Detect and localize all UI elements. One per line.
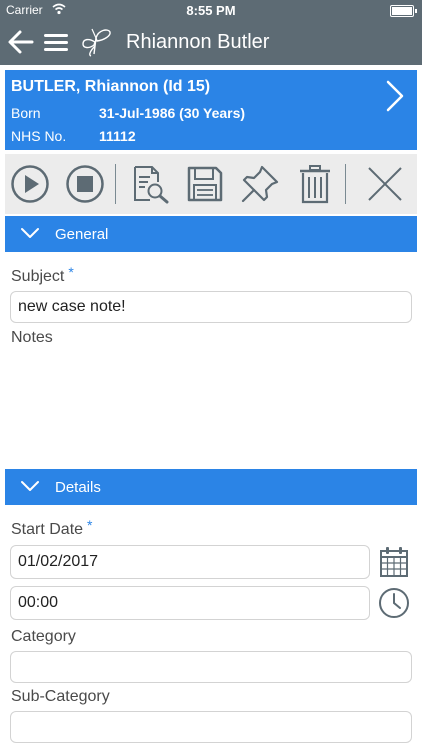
section-header-details[interactable]: Details [5,469,417,505]
back-arrow-icon[interactable] [6,28,34,56]
start-date-input[interactable] [10,545,370,579]
status-bar: Carrier 8:55 PM [0,0,422,20]
start-date-label-text: Start Date [11,521,84,538]
page-title: Rhiannon Butler [126,31,270,53]
nav-bar: Rhiannon Butler [0,20,422,65]
notes-label: Notes [11,329,53,346]
section-title-general: General [55,226,109,243]
preview-icon[interactable] [130,164,170,204]
battery-icon [390,5,417,17]
save-icon[interactable] [185,164,225,204]
born-label: Born [11,105,41,121]
category-input[interactable] [10,651,412,683]
section-header-general[interactable]: General [5,216,417,252]
close-icon[interactable] [365,164,405,204]
subcategory-label: Sub-Category [11,688,110,705]
subcategory-input[interactable] [10,711,412,743]
chevron-down-icon [21,481,39,491]
required-marker: * [87,517,93,533]
section-title-details: Details [55,479,101,496]
start-date-label: Start Date * [11,517,92,539]
born-value: 31-Jul-1986 (30 Years) [99,105,246,121]
toolbar-divider [115,164,116,204]
stop-icon[interactable] [65,164,105,204]
category-label: Category [11,628,76,645]
subject-input[interactable] [10,291,412,323]
start-time-input[interactable] [10,586,370,620]
pin-icon[interactable] [240,164,280,204]
hamburger-menu-icon[interactable] [42,28,70,56]
play-icon[interactable] [10,164,50,204]
subject-label-text: Subject [11,268,65,285]
clock-time: 8:55 PM [186,3,236,18]
patient-banner[interactable]: BUTLER, Rhiannon (Id 15) Born 31-Jul-198… [5,70,417,150]
trash-icon[interactable] [295,164,335,204]
calendar-icon[interactable] [378,546,410,578]
patient-name: BUTLER, Rhiannon (Id 15) [11,78,211,95]
notes-textarea[interactable] [10,358,416,464]
nhs-label: NHS No. [11,128,67,144]
required-marker: * [68,264,74,280]
toolbar-divider [345,164,346,204]
chevron-down-icon [21,228,39,238]
butterfly-logo-icon [82,28,111,57]
action-toolbar [5,154,417,214]
nhs-value: 11112 [99,128,136,144]
subject-label: Subject * [11,264,74,286]
clock-icon[interactable] [378,587,410,619]
chevron-right-icon[interactable] [385,80,405,112]
